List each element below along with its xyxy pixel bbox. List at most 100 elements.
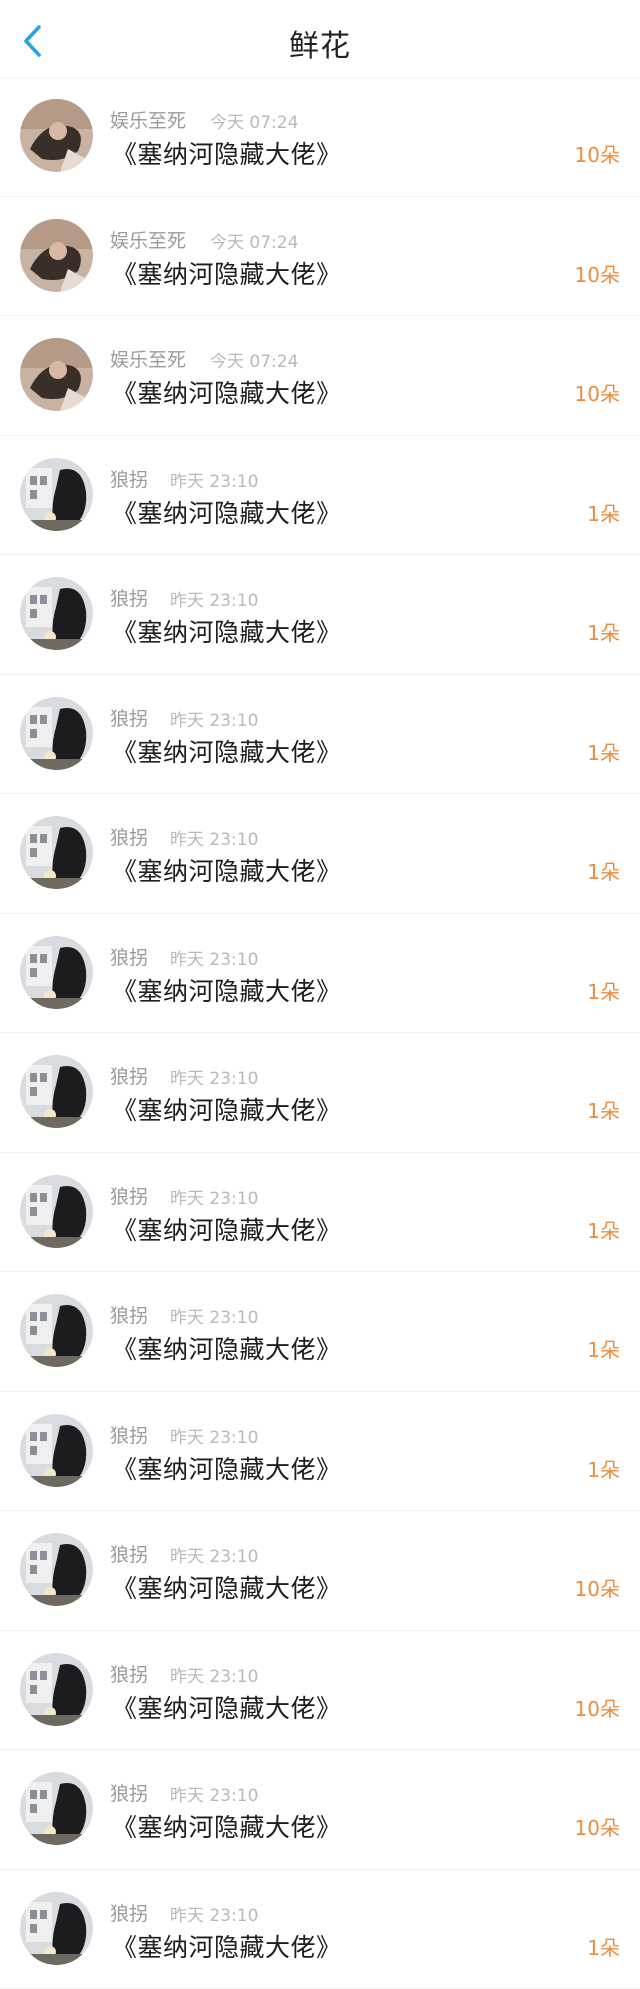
flower-count: 1朵 (587, 856, 620, 885)
sender-name[interactable]: 狼拐 (110, 823, 148, 850)
avatar[interactable] (20, 816, 93, 889)
flower-count: 10朵 (575, 1693, 620, 1722)
flower-list: 娱乐至死今天 07:24《塞纳河隐藏大佬》10朵娱乐至死今天 07:24《塞纳河… (0, 77, 640, 1989)
book-title: 《塞纳河隐藏大佬》 (112, 852, 342, 888)
list-item[interactable]: 狼拐昨天 23:10《塞纳河隐藏大佬》10朵 (0, 1750, 640, 1870)
avatar-photo (20, 458, 93, 531)
sender-name[interactable]: 狼拐 (110, 465, 148, 492)
avatar-photo (20, 577, 93, 650)
avatar[interactable] (20, 577, 93, 650)
timestamp: 昨天 23:10 (170, 467, 258, 492)
avatar-photo (20, 1294, 93, 1367)
flower-count: 1朵 (587, 1454, 620, 1483)
book-title: 《塞纳河隐藏大佬》 (112, 1689, 342, 1725)
avatar-photo (20, 1175, 93, 1248)
sender-name[interactable]: 狼拐 (110, 704, 148, 731)
book-title: 《塞纳河隐藏大佬》 (112, 1330, 342, 1366)
list-item[interactable]: 娱乐至死今天 07:24《塞纳河隐藏大佬》 10朵 (0, 316, 640, 436)
list-item[interactable]: 狼拐昨天 23:10《塞纳河隐藏大佬》 1朵 (0, 436, 640, 556)
sender-name[interactable]: 娱乐至死 (110, 345, 186, 372)
book-title: 《塞纳河隐藏大佬》 (112, 613, 342, 649)
sender-name[interactable]: 狼拐 (110, 1301, 148, 1328)
sender-name[interactable]: 狼拐 (110, 1182, 148, 1209)
flower-count: 1朵 (587, 498, 620, 527)
book-title: 《塞纳河隐藏大佬》 (112, 1569, 342, 1605)
book-title: 《塞纳河隐藏大佬》 (112, 1450, 342, 1486)
list-item[interactable]: 狼拐昨天 23:10《塞纳河隐藏大佬》 10朵 (0, 1511, 640, 1631)
sender-name[interactable]: 狼拐 (110, 1660, 148, 1687)
avatar[interactable] (20, 1653, 93, 1726)
book-title: 《塞纳河隐藏大佬》 (112, 1091, 342, 1127)
list-item[interactable]: 狼拐昨天 23:10《塞纳河隐藏大佬》 1朵 (0, 794, 640, 914)
timestamp: 昨天 23:10 (170, 825, 258, 850)
avatar-photo (20, 697, 93, 770)
timestamp: 昨天 23:10 (170, 945, 258, 970)
flower-count: 1朵 (587, 976, 620, 1005)
timestamp: 昨天 23:10 (170, 1423, 258, 1448)
sender-name[interactable]: 娱乐至死 (110, 106, 186, 133)
book-title: 《塞纳河隐藏大佬》 (112, 374, 342, 410)
list-item[interactable]: 狼拐昨天 23:10《塞纳河隐藏大佬》1朵 (0, 1870, 640, 1989)
timestamp: 昨天 23:10 (170, 706, 258, 731)
avatar[interactable] (20, 1414, 93, 1487)
flower-count: 1朵 (587, 1215, 620, 1244)
list-item[interactable]: 狼拐昨天 23:10《塞纳河隐藏大佬》1朵 (0, 1272, 640, 1392)
sender-name[interactable]: 狼拐 (110, 584, 148, 611)
book-title: 《塞纳河隐藏大佬》 (112, 1928, 342, 1964)
avatar-photo (20, 1892, 93, 1965)
avatar[interactable] (20, 458, 93, 531)
avatar[interactable] (20, 936, 93, 1009)
flower-count: 1朵 (587, 737, 620, 766)
sender-name[interactable]: 娱乐至死 (110, 226, 186, 253)
flower-count: 10朵 (575, 259, 620, 288)
flower-count: 1朵 (587, 1095, 620, 1124)
sender-name[interactable]: 狼拐 (110, 943, 148, 970)
avatar[interactable] (20, 1055, 93, 1128)
list-item[interactable]: 狼拐昨天 23:10《塞纳河隐藏大佬》1朵 (0, 1153, 640, 1273)
avatar[interactable] (20, 1772, 93, 1845)
list-item[interactable]: 狼拐昨天 23:10《塞纳河隐藏大佬》1朵 (0, 555, 640, 675)
timestamp: 昨天 23:10 (170, 1303, 258, 1328)
avatar[interactable] (20, 1533, 93, 1606)
avatar-photo (20, 1055, 93, 1128)
book-title: 《塞纳河隐藏大佬》 (112, 494, 342, 530)
avatar[interactable] (20, 219, 93, 292)
sender-name[interactable]: 狼拐 (110, 1779, 148, 1806)
avatar-photo (20, 1533, 93, 1606)
list-item[interactable]: 狼拐昨天 23:10《塞纳河隐藏大佬》 1朵 (0, 675, 640, 795)
timestamp: 昨天 23:10 (170, 586, 258, 611)
avatar[interactable] (20, 1892, 93, 1965)
avatar-photo (20, 1653, 93, 1726)
avatar-photo (20, 99, 93, 172)
timestamp: 今天 07:24 (210, 228, 298, 253)
avatar[interactable] (20, 697, 93, 770)
avatar-photo (20, 219, 93, 292)
timestamp: 昨天 23:10 (170, 1184, 258, 1209)
sender-name[interactable]: 狼拐 (110, 1540, 148, 1567)
flower-count: 10朵 (575, 378, 620, 407)
flower-count: 10朵 (575, 139, 620, 168)
timestamp: 昨天 23:10 (170, 1901, 258, 1926)
avatar-photo (20, 338, 93, 411)
timestamp: 今天 07:24 (210, 108, 298, 133)
list-item[interactable]: 娱乐至死今天 07:24《塞纳河隐藏大佬》10朵 (0, 197, 640, 317)
list-item[interactable]: 狼拐昨天 23:10《塞纳河隐藏大佬》10朵 (0, 1631, 640, 1751)
avatar[interactable] (20, 99, 93, 172)
sender-name[interactable]: 狼拐 (110, 1421, 148, 1448)
timestamp: 今天 07:24 (210, 347, 298, 372)
list-item[interactable]: 娱乐至死今天 07:24《塞纳河隐藏大佬》10朵 (0, 77, 640, 197)
book-title: 《塞纳河隐藏大佬》 (112, 972, 342, 1008)
list-item[interactable]: 狼拐昨天 23:10《塞纳河隐藏大佬》 1朵 (0, 1392, 640, 1512)
avatar[interactable] (20, 1175, 93, 1248)
timestamp: 昨天 23:10 (170, 1542, 258, 1567)
book-title: 《塞纳河隐藏大佬》 (112, 1808, 342, 1844)
avatar[interactable] (20, 1294, 93, 1367)
top-bar: 鲜花 (0, 0, 640, 77)
avatar[interactable] (20, 338, 93, 411)
flower-count: 10朵 (575, 1573, 620, 1602)
book-title: 《塞纳河隐藏大佬》 (112, 733, 342, 769)
list-item[interactable]: 狼拐昨天 23:10《塞纳河隐藏大佬》 1朵 (0, 914, 640, 1034)
sender-name[interactable]: 狼拐 (110, 1062, 148, 1089)
sender-name[interactable]: 狼拐 (110, 1899, 148, 1926)
list-item[interactable]: 狼拐昨天 23:10《塞纳河隐藏大佬》1朵 (0, 1033, 640, 1153)
